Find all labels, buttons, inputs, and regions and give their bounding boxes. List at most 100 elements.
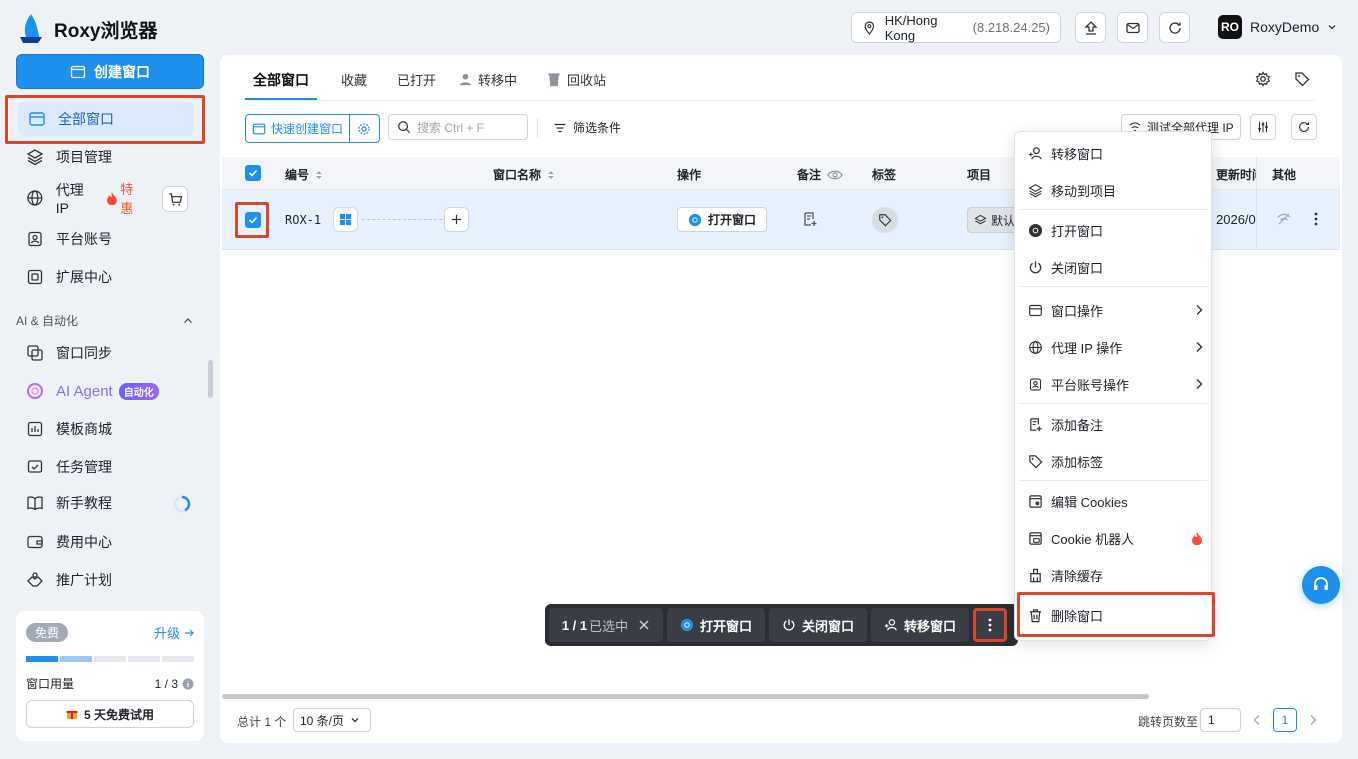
column-note[interactable]: 备注: [797, 166, 843, 183]
sidebar-item-sync[interactable]: 窗口同步: [16, 336, 204, 370]
free-trial-button[interactable]: 5 天免费试用: [26, 700, 194, 728]
chevron-up-icon: [184, 317, 192, 323]
section-title: AI & 自动化: [16, 314, 79, 328]
fire-icon: [1192, 532, 1202, 545]
layers-icon: [1028, 183, 1043, 197]
column-settings-button[interactable]: [1250, 114, 1276, 140]
refresh-list-button[interactable]: [1291, 114, 1317, 140]
bulk-transfer-button[interactable]: 转移窗口: [871, 608, 969, 642]
menu-item-transfer[interactable]: 转移窗口: [1028, 141, 1203, 165]
window-plus-icon: [70, 65, 86, 78]
menu-item-move-project[interactable]: 移动到项目: [1028, 178, 1203, 202]
sidebar-item-all-windows[interactable]: 全部窗口: [18, 102, 194, 136]
open-window-button[interactable]: 打开窗口: [677, 207, 768, 232]
tab-label: 收藏: [341, 73, 368, 88]
hot-label: 特惠: [120, 182, 134, 216]
menu-item-add-note[interactable]: 添加备注: [1028, 412, 1203, 436]
settings-icon[interactable]: [1255, 71, 1271, 87]
column-id[interactable]: 编号: [285, 166, 323, 183]
mail-icon: [1125, 22, 1140, 33]
menu-item-label: Cookie 机器人: [1051, 531, 1135, 547]
add-tag-button[interactable]: [872, 207, 898, 233]
handshake-icon: [27, 572, 43, 587]
menu-item-close[interactable]: 关闭窗口: [1028, 255, 1203, 279]
sidebar-item-templates[interactable]: 模板商城: [16, 412, 204, 446]
trash-bin-icon: [548, 73, 560, 87]
select-all-checkbox[interactable]: [245, 165, 261, 181]
sidebar-item-accounts[interactable]: 平台账号: [16, 222, 204, 256]
bulk-close-label: 关闭窗口: [801, 618, 854, 634]
quick-create-settings[interactable]: [350, 122, 378, 136]
sidebar-item-extensions[interactable]: 扩展中心: [16, 260, 204, 294]
menu-item-delete[interactable]: 删除窗口: [1028, 603, 1203, 627]
bulk-open-button[interactable]: 打开窗口: [667, 608, 765, 642]
menu-item-label: 删除窗口: [1051, 608, 1104, 624]
user-menu[interactable]: RO RoxyDemo: [1218, 15, 1337, 39]
menu-item-proxy-ops[interactable]: 代理 IP 操作: [1028, 335, 1203, 359]
sidebar-item-projects[interactable]: 项目管理: [16, 140, 204, 174]
more-actions-button[interactable]: [973, 608, 1007, 642]
search-input[interactable]: 搜索 Ctrl + F: [388, 114, 528, 140]
menu-item-window-ops[interactable]: 窗口操作: [1028, 298, 1203, 322]
close-icon[interactable]: [638, 619, 650, 631]
cart-button[interactable]: [162, 186, 188, 212]
tab-recycle-bin[interactable]: 回收站: [547, 70, 606, 89]
plus-icon: [451, 214, 462, 225]
location-icon: [864, 20, 875, 35]
filter-button[interactable]: 筛选条件: [553, 119, 621, 136]
support-button[interactable]: [1302, 566, 1340, 604]
menu-item-edit-cookies[interactable]: 编辑 Cookies: [1028, 489, 1203, 513]
page-size-select[interactable]: 10 条/页: [293, 708, 371, 732]
jump-page-input[interactable]: 1: [1200, 708, 1241, 732]
menu-item-clear-cache[interactable]: 清除缓存: [1028, 563, 1203, 587]
plan-card: 免费 升级 窗口用量 1 / 3 5 天免费试用: [16, 611, 204, 741]
chevron-right-icon[interactable]: [1308, 714, 1318, 726]
row-checkbox[interactable]: [245, 212, 261, 228]
chevron-left-icon[interactable]: [1252, 714, 1262, 726]
menu-item-cookie-robot[interactable]: Cookie 机器人: [1028, 526, 1203, 550]
column-label: 更新时间: [1216, 168, 1256, 182]
horizontal-scrollbar[interactable]: [222, 694, 1149, 699]
tabs-divider: [245, 100, 1315, 101]
upgrade-link[interactable]: 升级: [154, 623, 194, 642]
add-note-icon[interactable]: [802, 211, 818, 227]
menu-item-account-ops[interactable]: 平台账号操作: [1028, 372, 1203, 396]
search-icon: [398, 121, 411, 134]
sidebar-item-proxy[interactable]: 代理 IP 特惠: [16, 181, 146, 216]
mail-button[interactable]: [1117, 12, 1148, 43]
sidebar-item-ai-agent[interactable]: AI Agent 自动化: [16, 374, 204, 408]
add-name-button[interactable]: [444, 207, 469, 232]
fire-icon: [107, 192, 118, 205]
sidebar-item-affiliate[interactable]: 推广计划: [16, 563, 204, 597]
quick-create-button[interactable]: 快速创建窗口: [246, 115, 351, 142]
sidebar-item-label: 推广计划: [56, 572, 112, 588]
sidebar-item-label: 扩展中心: [56, 269, 112, 285]
store-icon: [27, 421, 43, 437]
column-name[interactable]: 窗口名称: [493, 166, 555, 183]
upload-button[interactable]: [1075, 12, 1106, 43]
refresh-app-button[interactable]: [1159, 12, 1190, 43]
sidebar-scrollbar[interactable]: [208, 360, 213, 398]
sidebar-item-tasks[interactable]: 任务管理: [16, 450, 204, 484]
chevron-right-icon: [1196, 305, 1203, 315]
menu-item-open[interactable]: 打开窗口: [1028, 218, 1203, 242]
progress-ring-icon: [173, 495, 191, 513]
create-window-button[interactable]: 创建窗口: [16, 54, 204, 89]
tag-icon[interactable]: [1294, 71, 1310, 87]
sidebar-item-billing[interactable]: 费用中心: [16, 525, 204, 559]
menu-item-add-tag[interactable]: 添加标签: [1028, 449, 1203, 473]
ai-section-header[interactable]: AI & 自动化: [16, 312, 194, 329]
more-vertical-icon[interactable]: [1314, 212, 1318, 226]
tab-all-windows[interactable]: 全部窗口: [253, 70, 309, 90]
bulk-close-button[interactable]: 关闭窗口: [769, 608, 867, 642]
menu-item-label: 窗口操作: [1051, 303, 1104, 319]
more-vertical-icon: [988, 618, 992, 632]
proxy-indicator[interactable]: HK/Hong Kong (8.218.24.25): [851, 12, 1061, 43]
tab-opened[interactable]: 已打开: [397, 70, 436, 89]
sidebar-item-label: 模板商城: [56, 421, 112, 437]
page-button-current[interactable]: 1: [1273, 708, 1297, 732]
tab-favorites[interactable]: 收藏: [341, 70, 367, 89]
tag-icon: [1029, 454, 1043, 468]
info-icon[interactable]: [182, 678, 194, 690]
tab-transferring[interactable]: 转移中: [457, 70, 517, 89]
